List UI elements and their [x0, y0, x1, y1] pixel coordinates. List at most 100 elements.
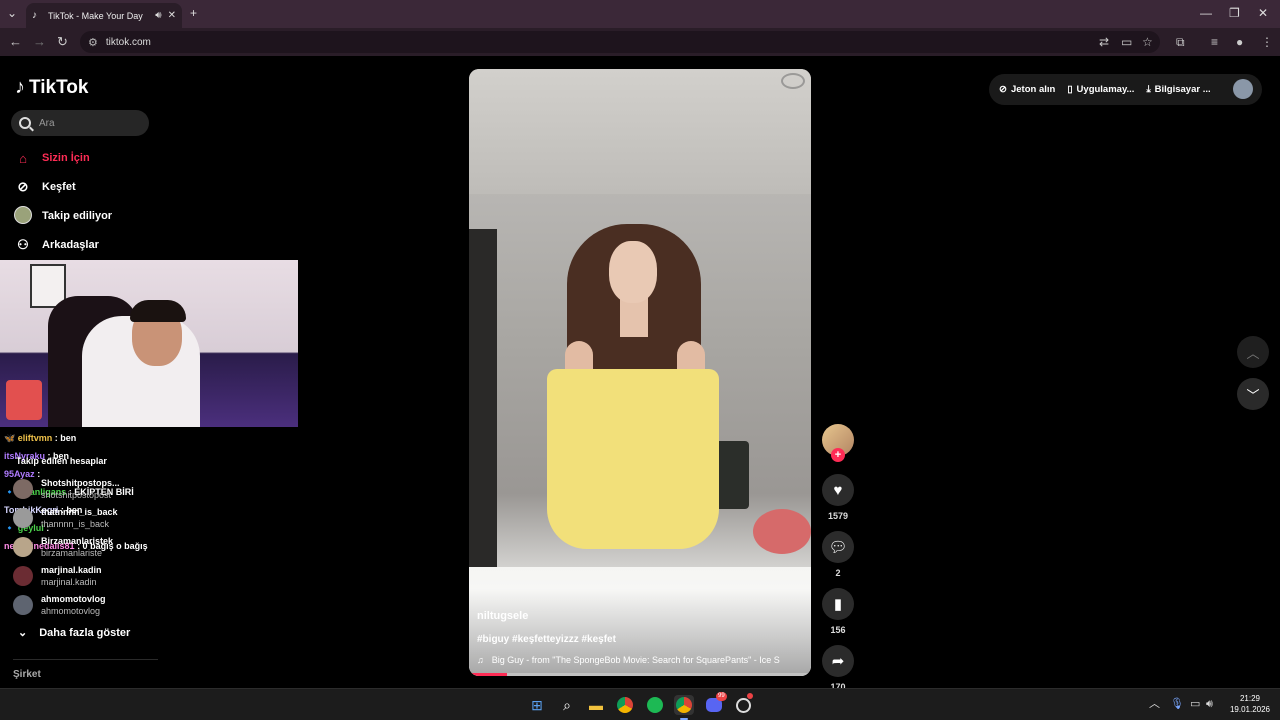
chrome-active-icon[interactable]: [674, 695, 694, 720]
avatar: [13, 566, 33, 586]
nav-for-you[interactable]: ⌂ Sizin İçin: [13, 148, 90, 168]
search-icon: [19, 117, 31, 129]
system-clock[interactable]: 21:29 19.01.2026: [1228, 693, 1272, 715]
reload-icon[interactable]: ↻: [57, 34, 68, 50]
nav-label: Takip ediliyor: [42, 210, 113, 222]
avatar: [13, 537, 33, 557]
clock-time: 21:29: [1239, 694, 1261, 703]
following-account[interactable]: marjinal.kadin marjinal.kadin: [13, 564, 102, 588]
coin-icon: ⊘: [999, 84, 1007, 95]
reading-list-icon[interactable]: ≡: [1211, 34, 1218, 50]
bookmark-star-icon[interactable]: ☆: [1142, 34, 1153, 50]
mute-icon[interactable]: 🔊︎: [155, 10, 161, 21]
app-icon[interactable]: [733, 693, 753, 715]
logo-text: TikTok: [29, 76, 89, 98]
save-button[interactable]: ▮: [822, 588, 854, 620]
previous-video-button[interactable]: ︿: [1237, 336, 1269, 368]
search-box[interactable]: [11, 110, 149, 136]
chevron-up-icon: ︿: [1246, 345, 1260, 361]
search-icon[interactable]: ⌕: [557, 695, 577, 715]
share-button[interactable]: ➦: [822, 645, 854, 677]
next-video-button[interactable]: ﹀: [1237, 378, 1269, 410]
file-explorer-icon[interactable]: ▬: [586, 695, 606, 715]
compass-icon: ⊘: [17, 179, 29, 194]
following-account[interactable]: thatnnnn_is_back thannnn_is_back: [13, 506, 118, 530]
tiktok-favicon-icon: ♪: [32, 9, 37, 21]
tab-list-icon[interactable]: ⌄: [7, 5, 17, 21]
discord-icon[interactable]: 99: [704, 692, 727, 715]
comment-icon: 💬︎: [828, 539, 848, 556]
nav-label: Keşfet: [42, 181, 76, 193]
extensions-icon[interactable]: ⧉: [1176, 34, 1185, 50]
music-title: Big Guy - from "The SpongeBob Movie: Sea…: [491, 655, 780, 665]
translate-icon[interactable]: ⇄: [1099, 34, 1109, 50]
video-music[interactable]: ♫ Big Guy - from "The SpongeBob Movie: S…: [477, 655, 803, 665]
sidebar-divider: [13, 659, 158, 660]
following-account[interactable]: Birzamanlaristek birzamanlariste: [13, 535, 113, 559]
nav-explore[interactable]: ⊘ Keşfet: [13, 177, 76, 197]
spotify-icon[interactable]: [645, 695, 665, 715]
following-account[interactable]: ahmomotovlog ahmomotovlog: [13, 593, 106, 617]
get-app-button[interactable]: ▯ Uygulamay...: [1067, 84, 1134, 95]
chat-line: 🦋 eliftvmn : ben: [4, 433, 77, 443]
creator-avatar[interactable]: +: [822, 424, 854, 462]
following-account[interactable]: Shotshitpostops... shotshitpostopost: [13, 477, 120, 501]
start-icon[interactable]: ⊞: [527, 695, 547, 715]
save-count: 156: [830, 625, 846, 635]
video-person-neck: [620, 297, 648, 337]
tiktok-logo[interactable]: ♪ TikTok: [15, 76, 88, 99]
chevron-down-icon: ⌄: [18, 627, 28, 639]
profile-icon[interactable]: ●: [1236, 34, 1243, 50]
company-link[interactable]: Şirket: [13, 669, 41, 680]
cast-icon[interactable]: ▭: [1121, 34, 1132, 50]
notification-badge: 99: [716, 692, 727, 701]
following-accounts-title: Takip edilen hesaplar: [16, 456, 107, 466]
forward-icon[interactable]: →: [33, 34, 46, 50]
video-hashtags[interactable]: #biguy #keşfetteyizzz #keşfet: [477, 634, 616, 645]
back-icon[interactable]: ←: [9, 34, 22, 50]
address-bar[interactable]: ⚙ tiktok.com: [80, 31, 1160, 53]
chrome-icon[interactable]: [615, 695, 635, 715]
video-progress-track[interactable]: [469, 673, 811, 676]
following-avatar-icon: [13, 205, 33, 227]
avatar: [13, 479, 33, 499]
video-ceiling: [469, 69, 811, 194]
video-username[interactable]: niltugsele: [477, 610, 528, 622]
phone-icon: ▯: [1067, 84, 1073, 95]
tab-title: TikTok - Make Your Day: [48, 10, 143, 21]
user-avatar[interactable]: [1233, 79, 1253, 99]
desktop-app-button[interactable]: ⤓ Bilgisayar ...: [1146, 84, 1210, 95]
comment-button[interactable]: 💬︎: [822, 531, 854, 563]
network-icon[interactable]: ▭: [1190, 698, 1200, 710]
top-right-actions: ⊘ Jeton alın ▯ Uygulamay... ⤓ Bilgisayar…: [989, 74, 1262, 105]
like-count: 1579: [827, 511, 849, 521]
close-window-icon[interactable]: ✕: [1258, 5, 1268, 21]
minimize-icon[interactable]: —: [1200, 5, 1212, 21]
video-door: [469, 229, 497, 569]
avatar: [13, 595, 33, 615]
clock-date: 19.01.2026: [1229, 705, 1271, 714]
show-more-label: Daha fazla göster: [39, 626, 131, 639]
microphone-icon[interactable]: 🎙︎: [1170, 698, 1184, 710]
restore-icon[interactable]: ❐: [1229, 5, 1240, 21]
browser-tab[interactable]: ♪ TikTok - Make Your Day 🔊︎ ✕: [26, 3, 182, 28]
new-tab-icon[interactable]: +: [190, 5, 197, 21]
nav-following[interactable]: Takip ediliyor: [13, 205, 113, 227]
site-info-icon[interactable]: ⚙: [88, 36, 98, 49]
menu-icon[interactable]: ⋮: [1261, 34, 1273, 50]
show-more-button[interactable]: ⌄ Daha fazla göster: [18, 626, 131, 640]
like-button[interactable]: ♥: [822, 474, 854, 506]
search-input[interactable]: [39, 117, 129, 129]
chevron-down-icon: ﹀: [1246, 387, 1260, 403]
follow-plus-icon[interactable]: +: [831, 448, 845, 462]
video-actions: + ♥ 1579 💬︎ 2 ▮ 156 ➦ 170: [822, 424, 854, 688]
close-tab-icon[interactable]: ✕: [168, 10, 176, 21]
get-coins-button[interactable]: ⊘ Jeton alın: [999, 84, 1055, 95]
volume-icon[interactable]: 🔊︎: [1206, 698, 1213, 710]
video-person-face: [609, 241, 657, 303]
tray-chevron-icon[interactable]: ︿: [1149, 698, 1160, 710]
nav-friends[interactable]: ⚇ Arkadaşlar: [13, 235, 99, 255]
smoke-detector: [781, 73, 805, 89]
video-player[interactable]: niltugsele #biguy #keşfetteyizzz #keşfet…: [469, 69, 811, 676]
nav-label: Arkadaşlar: [42, 239, 99, 251]
